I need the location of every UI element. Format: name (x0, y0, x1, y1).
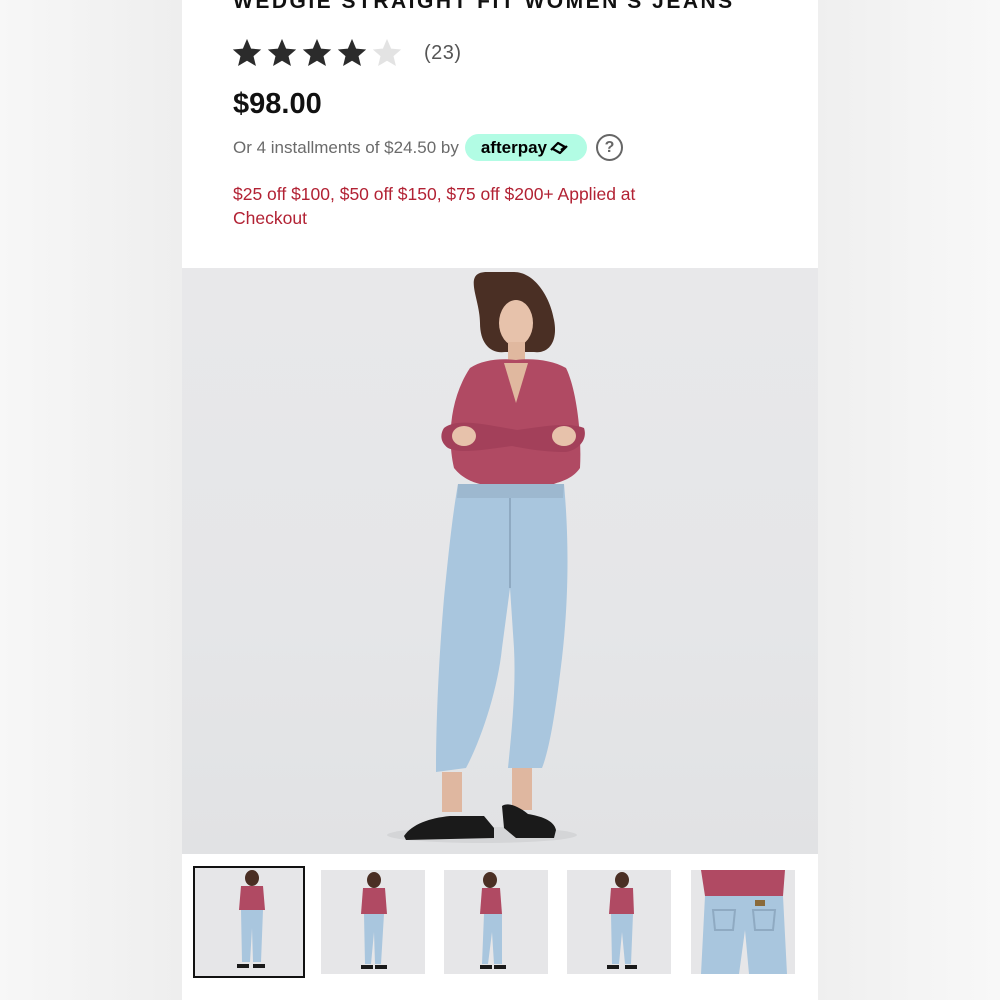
product-price: $98.00 (233, 88, 322, 120)
background-left (0, 0, 182, 1000)
thumbnail-image (321, 870, 425, 974)
thumbnail-image (567, 870, 671, 974)
thumbnail-image (195, 868, 303, 976)
thumbnail-5[interactable] (691, 870, 795, 974)
star-icon (337, 38, 367, 67)
help-icon[interactable]: ? (595, 134, 623, 161)
afterpay-badge[interactable]: afterpay (464, 134, 587, 161)
star-icon (372, 38, 402, 67)
thumbnail-1[interactable] (193, 866, 305, 978)
thumbnail-image (444, 870, 548, 974)
star-icon (267, 38, 297, 67)
model-photo (387, 272, 585, 843)
promo-line: $25 off $100, $50 off $150, $75 off $200… (233, 184, 636, 204)
star-icon (302, 38, 332, 67)
product-main-image[interactable] (182, 268, 818, 854)
product-title: WEDGIE STRAIGHT FIT WOMEN'S JEANS (233, 0, 735, 13)
background-right (818, 0, 1000, 1000)
installments-text: Or 4 installments of $24.50 by (233, 137, 459, 157)
thumbnail-image (691, 870, 795, 974)
thumbnail-3[interactable] (444, 870, 548, 974)
star-icon (232, 38, 262, 67)
afterpay-arrows-icon (550, 141, 568, 154)
installments-row: Or 4 installments of $24.50 by afterpay … (233, 134, 623, 161)
product-panel: WEDGIE STRAIGHT FIT WOMEN'S JEANS (23) $… (182, 0, 818, 1000)
afterpay-label: afterpay (480, 137, 547, 157)
star-rating[interactable]: (23) (230, 36, 462, 70)
promo-line: Checkout (233, 208, 307, 228)
thumbnail-4[interactable] (567, 870, 671, 974)
thumbnail-strip (182, 855, 818, 1000)
review-count[interactable]: (23) (424, 42, 462, 65)
promo-message: $25 off $100, $50 off $150, $75 off $200… (233, 182, 753, 230)
thumbnail-2[interactable] (321, 870, 425, 974)
